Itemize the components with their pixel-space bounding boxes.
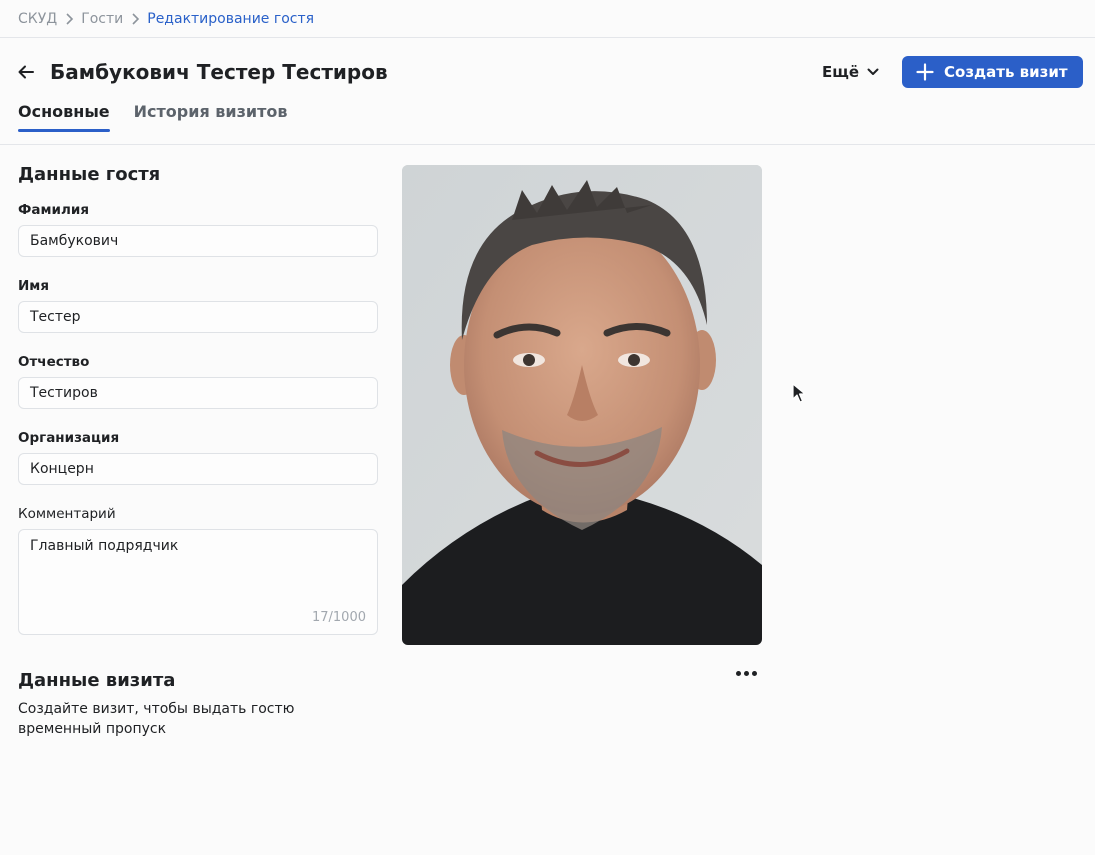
visit-data-description: Создайте визит, чтобы выдать гостю време… <box>18 701 295 737</box>
chevron-right-icon <box>57 12 81 26</box>
page-title: Бамбукович Тестер Тестиров <box>50 60 388 84</box>
organization-label: Организация <box>18 430 120 446</box>
breadcrumb-item-edit-guest: Редактирование гостя <box>147 10 315 27</box>
create-visit-label: Создать визит <box>944 63 1068 81</box>
photo-more-button[interactable] <box>734 664 758 682</box>
last-name-label: Фамилия <box>18 202 90 218</box>
comment-label: Комментарий <box>18 506 116 522</box>
breadcrumb-item-skud[interactable]: СКУД <box>18 11 57 27</box>
last-name-field[interactable]: Бамбукович <box>18 225 378 257</box>
more-horizontal-icon <box>735 670 741 676</box>
tab-visit-history[interactable]: История визитов <box>134 98 288 130</box>
first-name-label: Имя <box>18 278 50 294</box>
patronymic-label: Отчество <box>18 354 90 370</box>
breadcrumb-item-guests[interactable]: Гости <box>81 11 123 27</box>
comment-text: Главный подрядчик <box>30 538 179 554</box>
back-button[interactable] <box>18 60 44 84</box>
chevron-down-icon <box>867 68 879 75</box>
plus-icon <box>916 63 934 81</box>
patronymic-field[interactable]: Тестиров <box>18 377 378 409</box>
comment-char-counter: 17/1000 <box>311 610 366 625</box>
more-dropdown-button[interactable]: Ещё <box>814 58 887 86</box>
mouse-cursor-icon <box>792 383 806 403</box>
guest-data-title: Данные гостя <box>18 164 161 185</box>
first-name-field[interactable]: Тестер <box>18 301 378 333</box>
arrow-left-icon <box>18 65 34 79</box>
tab-bar: Основные История визитов <box>18 98 288 144</box>
divider <box>0 144 1095 145</box>
breadcrumb: СКУД Гости Редактирование гостя <box>0 0 1095 38</box>
organization-field[interactable]: Концерн <box>18 453 378 485</box>
chevron-right-icon <box>123 12 147 26</box>
guest-photo <box>402 165 762 645</box>
create-visit-button[interactable]: Создать визит <box>902 56 1083 88</box>
more-button-label: Ещё <box>822 63 860 81</box>
visit-data-title: Данные визита <box>18 670 176 691</box>
tab-main[interactable]: Основные <box>18 98 110 132</box>
comment-field[interactable]: Главный подрядчик 17/1000 <box>18 529 378 635</box>
